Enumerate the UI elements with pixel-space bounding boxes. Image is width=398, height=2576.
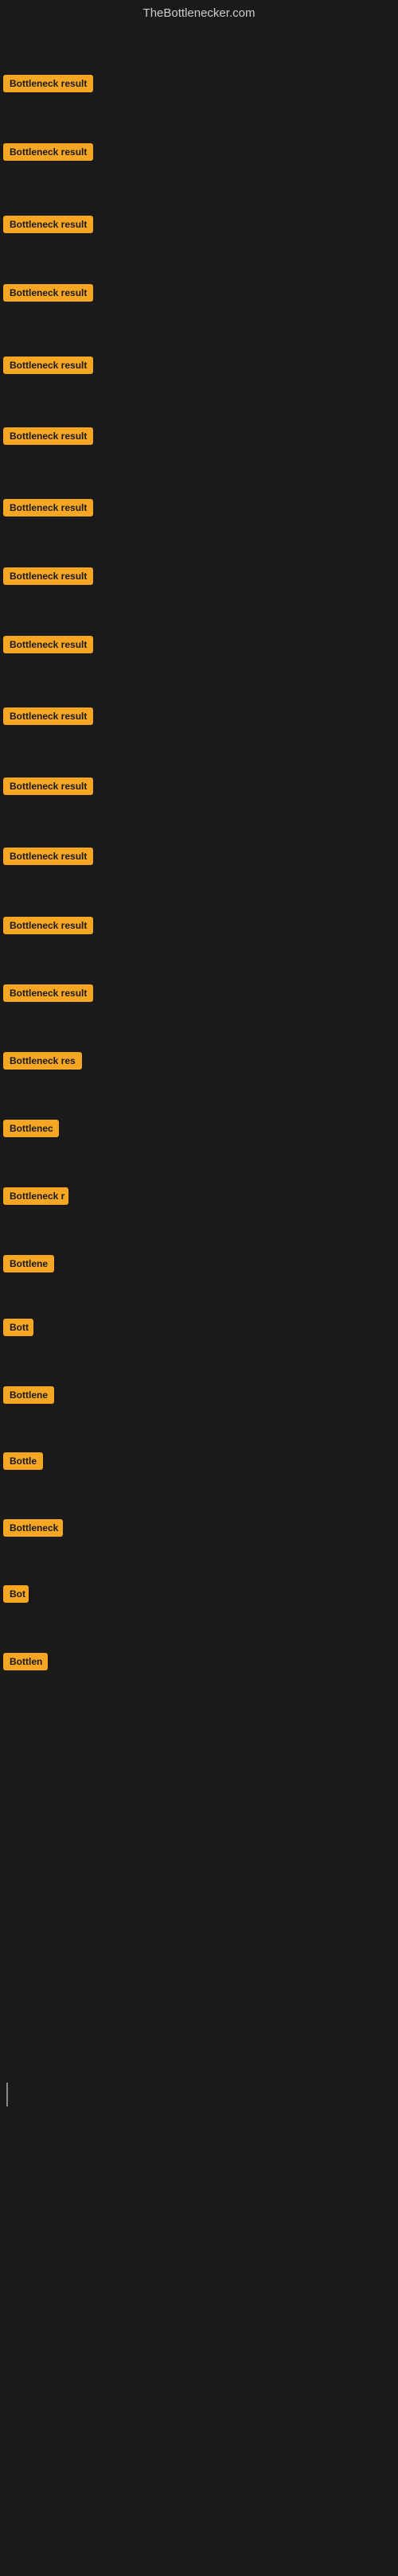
bottleneck-badge: Bottleneck xyxy=(3,1519,63,1537)
bottleneck-badge: Bottleneck res xyxy=(3,1052,82,1070)
bottleneck-item-6[interactable]: Bottleneck result xyxy=(3,427,93,449)
bottleneck-item-9[interactable]: Bottleneck result xyxy=(3,636,93,657)
bottleneck-item-15[interactable]: Bottleneck res xyxy=(3,1052,82,1074)
bottleneck-badge: Bottlenec xyxy=(3,1120,59,1137)
bottleneck-item-4[interactable]: Bottleneck result xyxy=(3,284,93,306)
bottleneck-badge: Bottleneck result xyxy=(3,284,93,302)
site-title-text: TheBottlenecker.com xyxy=(0,0,398,29)
bottleneck-item-2[interactable]: Bottleneck result xyxy=(3,143,93,165)
bottleneck-item-13[interactable]: Bottleneck result xyxy=(3,917,93,938)
cursor-line xyxy=(6,2083,8,2106)
bottleneck-badge: Bottleneck result xyxy=(3,75,93,92)
bottleneck-badge: Bottleneck result xyxy=(3,567,93,585)
bottleneck-item-16[interactable]: Bottlenec xyxy=(3,1120,59,1141)
bottleneck-badge: Bottleneck r xyxy=(3,1187,68,1205)
bottleneck-item-17[interactable]: Bottleneck r xyxy=(3,1187,68,1209)
bottleneck-item-20[interactable]: Bottlene xyxy=(3,1386,54,1408)
bottleneck-item-12[interactable]: Bottleneck result xyxy=(3,848,93,869)
bottleneck-item-14[interactable]: Bottleneck result xyxy=(3,984,93,1006)
bottleneck-item-21[interactable]: Bottle xyxy=(3,1452,43,1474)
bottleneck-item-11[interactable]: Bottleneck result xyxy=(3,777,93,799)
bottleneck-badge: Bottlen xyxy=(3,1653,48,1670)
bottleneck-badge: Bottle xyxy=(3,1452,43,1470)
bottleneck-badge: Bottleneck result xyxy=(3,984,93,1002)
bottleneck-item-24[interactable]: Bottlen xyxy=(3,1653,48,1674)
bottleneck-item-22[interactable]: Bottleneck xyxy=(3,1519,63,1541)
bottleneck-badge: Bottlene xyxy=(3,1386,54,1404)
bottleneck-item-8[interactable]: Bottleneck result xyxy=(3,567,93,589)
bottleneck-badge: Bottleneck result xyxy=(3,777,93,795)
bottleneck-item-5[interactable]: Bottleneck result xyxy=(3,357,93,378)
bottleneck-badge: Bottleneck result xyxy=(3,917,93,934)
bottleneck-item-10[interactable]: Bottleneck result xyxy=(3,707,93,729)
bottleneck-badge: Bottleneck result xyxy=(3,636,93,653)
bottleneck-badge: Bottleneck result xyxy=(3,216,93,233)
bottleneck-badge: Bottleneck result xyxy=(3,427,93,445)
bottleneck-item-23[interactable]: Bot xyxy=(3,1585,29,1607)
bottleneck-item-19[interactable]: Bott xyxy=(3,1319,33,1340)
bottleneck-badge: Bottleneck result xyxy=(3,357,93,374)
bottleneck-item-1[interactable]: Bottleneck result xyxy=(3,75,93,96)
bottleneck-item-3[interactable]: Bottleneck result xyxy=(3,216,93,237)
bottleneck-badge: Bott xyxy=(3,1319,33,1336)
bottleneck-badge: Bottleneck result xyxy=(3,707,93,725)
bottleneck-badge: Bottleneck result xyxy=(3,143,93,161)
bottleneck-badge: Bot xyxy=(3,1585,29,1603)
bottleneck-badge: Bottleneck result xyxy=(3,499,93,516)
bottleneck-badge: Bottlene xyxy=(3,1255,54,1272)
bottleneck-badge: Bottleneck result xyxy=(3,848,93,865)
bottleneck-item-18[interactable]: Bottlene xyxy=(3,1255,54,1276)
bottleneck-item-7[interactable]: Bottleneck result xyxy=(3,499,93,520)
